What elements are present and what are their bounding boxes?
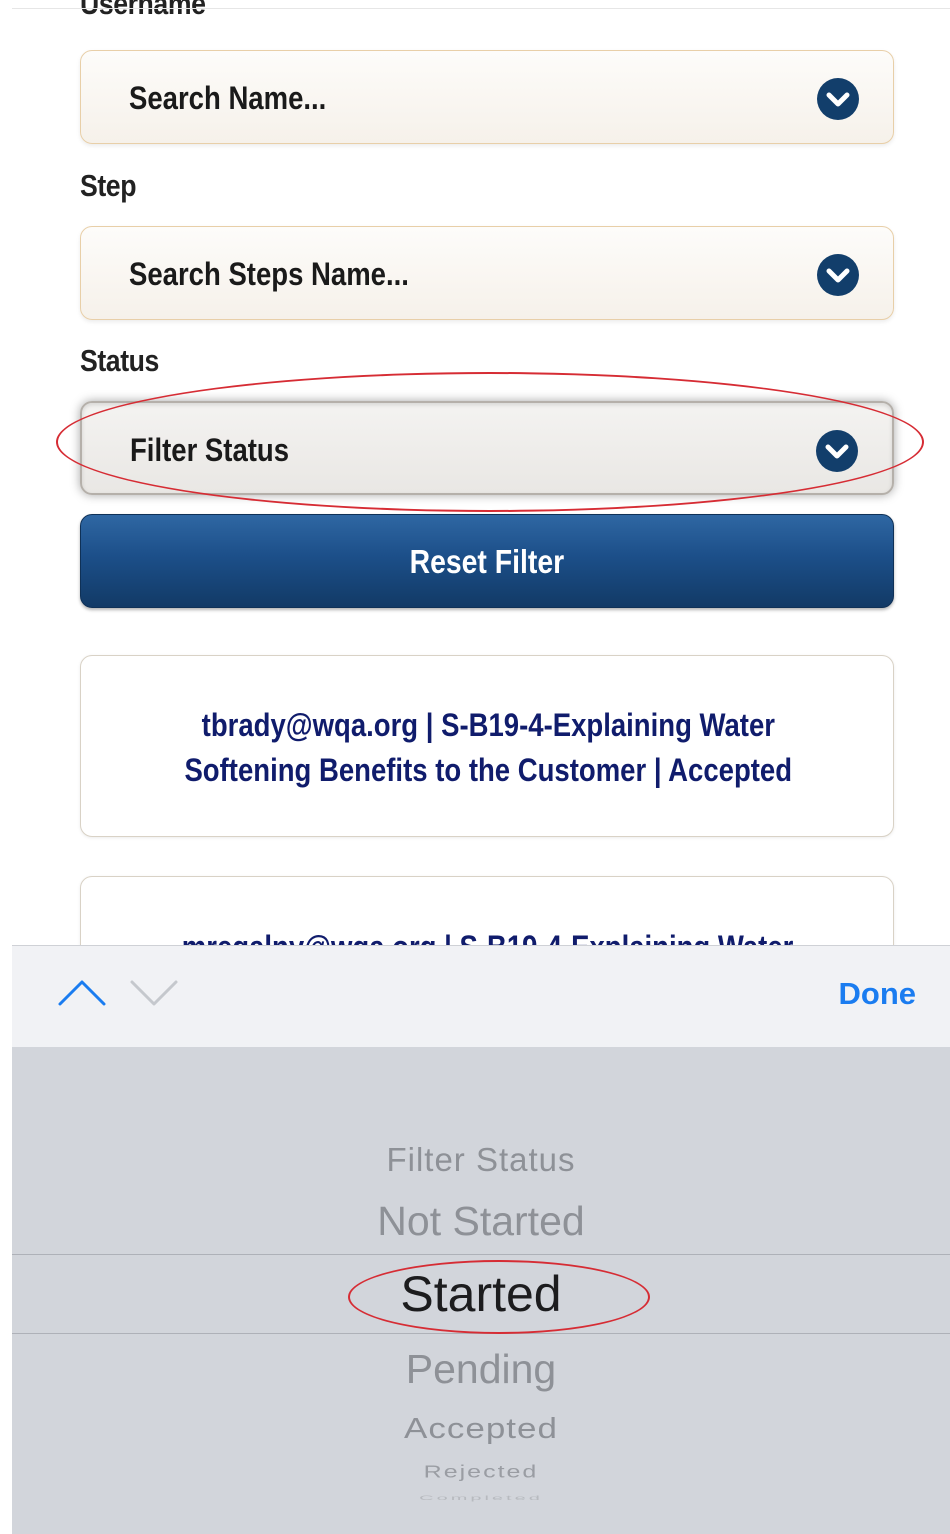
result-card-text: tbrady@wqa.org | S-B19-4-Explaining Wate… xyxy=(81,703,895,793)
chevron-down-icon xyxy=(817,254,859,296)
picker-option-selected[interactable]: Started xyxy=(12,1265,950,1323)
picker-option[interactable]: Filter Status xyxy=(12,1141,950,1179)
top-divider xyxy=(12,8,950,9)
picker-option[interactable]: Rejected xyxy=(12,1458,950,1487)
picker-option[interactable]: Pending xyxy=(12,1346,950,1393)
reset-filter-label: Reset Filter xyxy=(409,543,565,580)
selection-divider xyxy=(12,1333,950,1334)
username-select[interactable]: Search Name... xyxy=(80,50,894,144)
chevron-down-icon xyxy=(817,78,859,120)
selection-divider xyxy=(12,1254,950,1255)
picker-option[interactable]: Accepted xyxy=(12,1409,950,1449)
picker-option[interactable]: Completed xyxy=(12,1487,950,1510)
result-card[interactable]: tbrady@wqa.org | S-B19-4-Explaining Wate… xyxy=(80,655,894,837)
picker-option-label: Accepted xyxy=(404,1412,558,1445)
chevron-down-icon[interactable] xyxy=(128,976,180,1015)
step-select[interactable]: Search Steps Name... xyxy=(80,226,894,320)
result-line: tbrady@wqa.org | S-B19-4-Explaining Wate… xyxy=(201,707,775,743)
result-line: mregalny@wqa.org | S-B19-4-Explaining Wa… xyxy=(182,925,794,945)
status-label: Status xyxy=(80,343,159,378)
reset-filter-button[interactable]: Reset Filter xyxy=(80,514,894,608)
status-select[interactable]: Filter Status xyxy=(80,401,894,495)
chevron-up-icon[interactable] xyxy=(56,976,108,1015)
username-label: Username xyxy=(80,0,206,21)
result-card-text: mregalny@wqa.org | S-B19-4-Explaining Wa… xyxy=(81,925,895,945)
keyboard-toolbar: Done xyxy=(12,945,950,1047)
picker-option-label: Completed xyxy=(419,1495,543,1502)
username-select-text: Search Name... xyxy=(129,80,327,116)
step-label: Step xyxy=(80,168,137,203)
chevron-down-icon xyxy=(816,430,858,472)
picker-option-label: Rejected xyxy=(423,1462,539,1482)
status-picker-wheel[interactable]: Filter Status Not Started Started Pendin… xyxy=(12,1047,950,1534)
filter-page: Username Search Name... Step Search Step… xyxy=(12,0,950,945)
picker-option[interactable]: Not Started xyxy=(12,1198,950,1245)
result-card[interactable]: mregalny@wqa.org | S-B19-4-Explaining Wa… xyxy=(80,876,894,945)
result-line: Softening Benefits to the Customer | Acc… xyxy=(184,752,792,788)
status-select-text: Filter Status xyxy=(130,432,290,468)
step-select-text: Search Steps Name... xyxy=(129,256,409,292)
done-button[interactable]: Done xyxy=(839,976,917,1012)
